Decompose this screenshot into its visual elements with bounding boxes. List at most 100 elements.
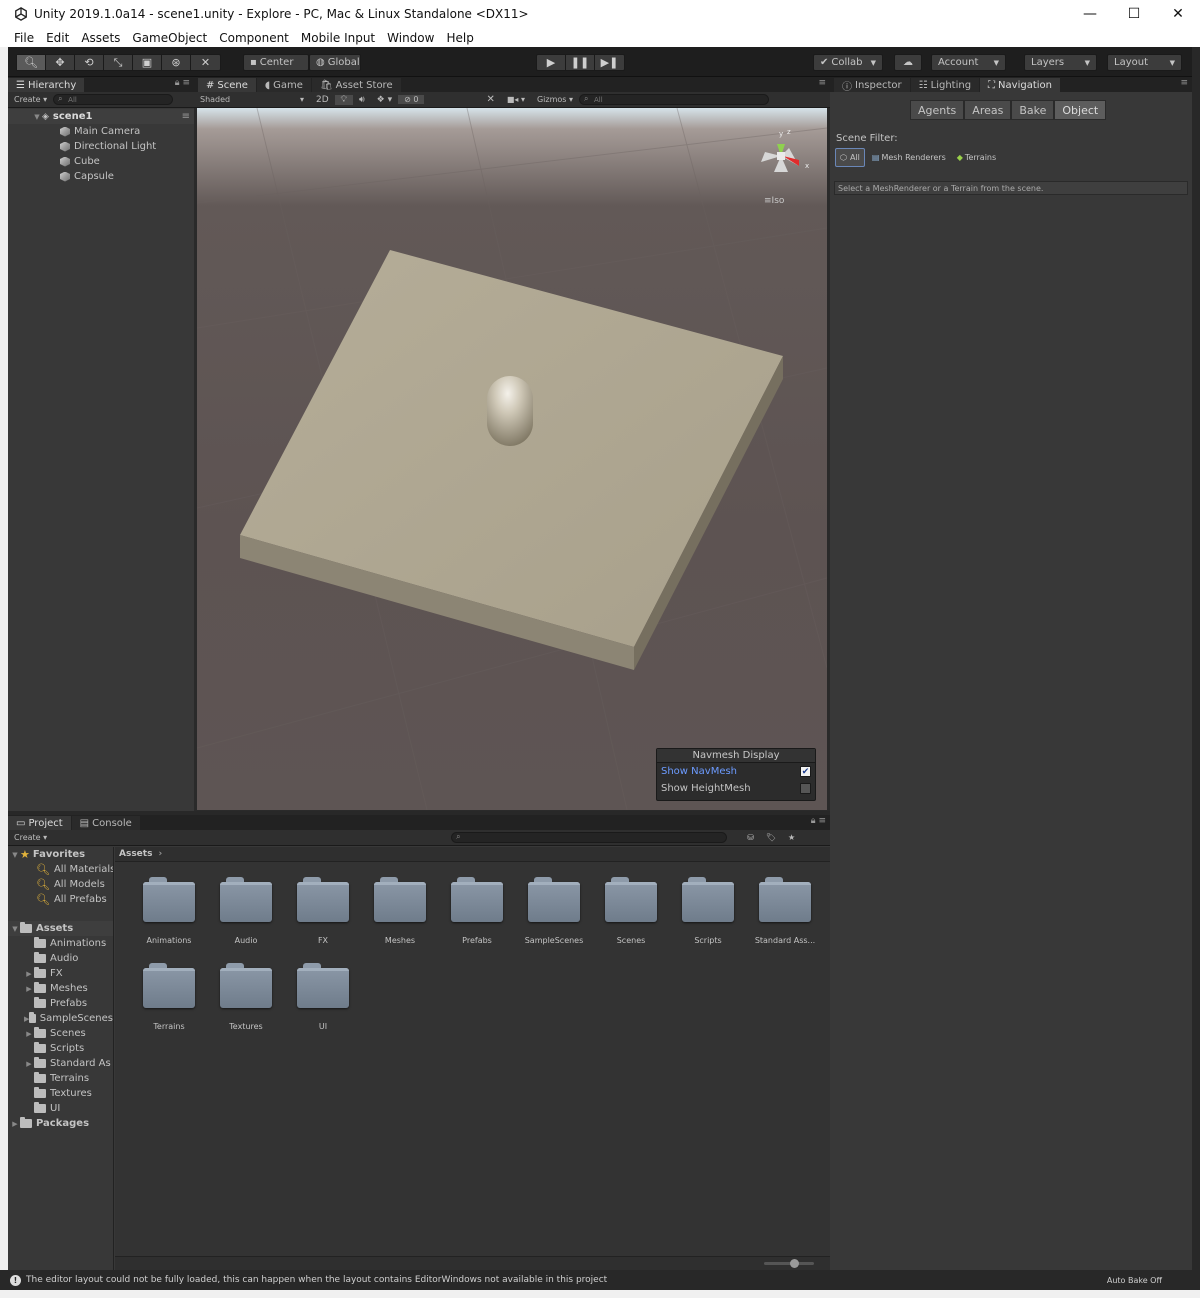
rect-tool-icon[interactable]: ▣ <box>133 55 162 70</box>
status-message[interactable]: The editor layout could not be fully loa… <box>26 1275 607 1285</box>
asset-tree-scenes[interactable]: ▶ Scenes <box>8 1026 113 1041</box>
pause-button[interactable]: ❚❚ <box>566 55 595 70</box>
panel-menu-icon[interactable]: ≡ <box>1180 78 1188 88</box>
filter-all-button[interactable]: ⬡ All <box>835 148 865 167</box>
asset-folder-animations[interactable]: Animations <box>131 877 207 945</box>
tab-asset-store[interactable]: 🛍︎ Asset Store <box>311 78 401 92</box>
nav-tab-agents[interactable]: Agents <box>910 100 965 120</box>
maximize-button[interactable]: ☐ <box>1112 0 1156 28</box>
favorite-all-prefabs[interactable]: 🔍︎ All Prefabs <box>8 892 113 907</box>
favorite-all-materials[interactable]: 🔍︎ All Materials <box>8 862 113 877</box>
asset-folder-meshes[interactable]: Meshes <box>362 877 438 945</box>
asset-tree-animations[interactable]: Animations <box>8 936 113 951</box>
hierarchy-item-capsule[interactable]: Capsule <box>8 169 194 184</box>
hierarchy-item-main-camera[interactable]: Main Camera <box>8 124 194 139</box>
asset-tree-standard-assets[interactable]: ▶ Standard As <box>8 1056 113 1071</box>
project-search-input[interactable] <box>451 832 728 843</box>
expand-arrow-icon[interactable]: ▼ <box>10 851 20 859</box>
menu-help[interactable]: Help <box>446 31 473 45</box>
pivot-center-button[interactable]: ▪︎ Center <box>243 54 309 71</box>
panel-menu-icon[interactable]: ≡ <box>818 78 826 88</box>
tools-icon[interactable]: ✕ <box>480 94 500 105</box>
effects-dropdown-icon[interactable]: ❖ ▾ <box>371 95 398 105</box>
gizmos-dropdown[interactable]: Gizmos ▾ <box>531 95 579 104</box>
expand-arrow-icon[interactable]: ▼ <box>10 925 20 933</box>
play-button[interactable]: ▶ <box>537 55 566 70</box>
asset-tree-ui[interactable]: UI <box>8 1101 113 1116</box>
hierarchy-search-input[interactable]: All <box>53 94 174 105</box>
filter-terrains-button[interactable]: ◆ Terrains <box>953 148 1000 167</box>
cloud-button[interactable]: ☁ <box>894 54 922 71</box>
filter-mesh-renderers-button[interactable]: ▤ Mesh Renderers <box>868 148 950 167</box>
scene-menu-icon[interactable]: ≡ <box>182 111 190 122</box>
slider-handle[interactable] <box>790 1259 799 1268</box>
show-navmesh-checkbox[interactable]: ✔ <box>800 766 811 777</box>
asset-folder-ui[interactable]: UI <box>285 963 361 1031</box>
scene-visibility-toggle[interactable]: ⊘ 0 <box>398 95 425 104</box>
account-dropdown[interactable]: Account ▼ <box>931 54 1006 71</box>
nav-tab-bake[interactable]: Bake <box>1011 100 1055 120</box>
tab-inspector[interactable]: ⓘ Inspector <box>834 78 910 93</box>
favorite-star-icon[interactable]: ★ <box>782 833 801 842</box>
scene-search-input[interactable]: All <box>579 94 770 105</box>
scale-tool-icon[interactable]: ⤡ <box>104 55 133 70</box>
tab-hierarchy[interactable]: ☰ Hierarchy <box>8 78 85 92</box>
step-button[interactable]: ▶❚ <box>595 55 624 70</box>
expand-arrow-icon[interactable]: ▶ <box>24 970 34 978</box>
asset-tree-textures[interactable]: Textures <box>8 1086 113 1101</box>
asset-tree-prefabs[interactable]: Prefabs <box>8 996 113 1011</box>
tab-lighting[interactable]: ☷ Lighting <box>910 78 980 92</box>
packages-row[interactable]: ▶ Packages <box>8 1116 113 1131</box>
hand-tool-icon[interactable]: 🔍︎ <box>17 55 46 70</box>
pivot-global-button[interactable]: ◍ Global <box>309 54 361 71</box>
audio-toggle-icon[interactable]: 🔊︎ <box>353 95 371 105</box>
asset-tree-scripts[interactable]: Scripts <box>8 1041 113 1056</box>
menu-window[interactable]: Window <box>387 31 434 45</box>
expand-arrow-icon[interactable]: ▶ <box>24 1060 34 1068</box>
tab-console[interactable]: ▤ Console <box>71 816 140 830</box>
hierarchy-item-directional-light[interactable]: Directional Light <box>8 139 194 154</box>
tab-navigation[interactable]: ⛶ Navigation <box>980 78 1060 92</box>
camera-dropdown-icon[interactable]: ■◂ ▾ <box>501 95 531 104</box>
tab-project[interactable]: ▭ Project <box>8 816 71 830</box>
mode-2d-toggle[interactable]: 2D <box>310 95 335 105</box>
menu-edit[interactable]: Edit <box>46 31 69 45</box>
projection-label[interactable]: ≡Iso <box>764 196 784 206</box>
asset-folder-fx[interactable]: FX <box>285 877 361 945</box>
asset-folder-scripts[interactable]: Scripts <box>670 877 746 945</box>
rotate-tool-icon[interactable]: ⟲ <box>75 55 104 70</box>
scene-viewport[interactable]: y z x ≡Iso Navmesh Display Show NavMesh … <box>197 108 827 810</box>
layers-dropdown[interactable]: Layers ▼ <box>1024 54 1097 71</box>
scene-root-row[interactable]: ▼ ◈ scene1 ≡ <box>8 109 194 124</box>
asset-folder-textures[interactable]: Textures <box>208 963 284 1031</box>
expand-arrow-icon[interactable]: ▶ <box>24 985 34 993</box>
asset-tree-meshes[interactable]: ▶ Meshes <box>8 981 113 996</box>
orientation-gizmo[interactable]: y z x <box>749 120 819 190</box>
menu-component[interactable]: Component <box>219 31 289 45</box>
transform-tool-icon[interactable]: ⊛ <box>162 55 191 70</box>
icon-size-slider[interactable] <box>764 1259 814 1268</box>
layout-dropdown[interactable]: Layout ▼ <box>1107 54 1182 71</box>
menu-mobile-input[interactable]: Mobile Input <box>301 31 375 45</box>
show-heightmesh-checkbox[interactable] <box>800 783 811 794</box>
hierarchy-create-button[interactable]: Create ▾ <box>8 95 53 104</box>
menu-gameobject[interactable]: GameObject <box>132 31 207 45</box>
asset-folder-scenes[interactable]: Scenes <box>593 877 669 945</box>
show-heightmesh-option[interactable]: Show HeightMesh <box>657 780 815 797</box>
minimize-button[interactable]: — <box>1068 0 1112 28</box>
lighting-toggle-icon[interactable]: 💡︎ <box>334 94 353 105</box>
hierarchy-item-cube[interactable]: Cube <box>8 154 194 169</box>
menu-file[interactable]: File <box>14 31 34 45</box>
collab-dropdown[interactable]: ✔ Collab ▼ <box>813 54 883 71</box>
asset-folder-standard-assets[interactable]: Standard Ass... <box>747 877 823 945</box>
breadcrumb-assets[interactable]: Assets <box>119 849 152 859</box>
asset-tree-fx[interactable]: ▶ FX <box>8 966 113 981</box>
project-create-button[interactable]: Create ▾ <box>8 833 53 842</box>
shading-mode-dropdown[interactable]: Shaded ▾ <box>194 95 310 104</box>
expand-arrow-icon[interactable]: ▶ <box>24 1030 34 1038</box>
asset-folder-samplescenes[interactable]: SampleScenes <box>516 877 592 945</box>
favorite-all-models[interactable]: 🔍︎ All Models <box>8 877 113 892</box>
assets-root-row[interactable]: ▼ Assets <box>8 921 113 936</box>
show-navmesh-option[interactable]: Show NavMesh ✔ <box>657 763 815 780</box>
tab-scene[interactable]: # Scene <box>198 78 256 92</box>
